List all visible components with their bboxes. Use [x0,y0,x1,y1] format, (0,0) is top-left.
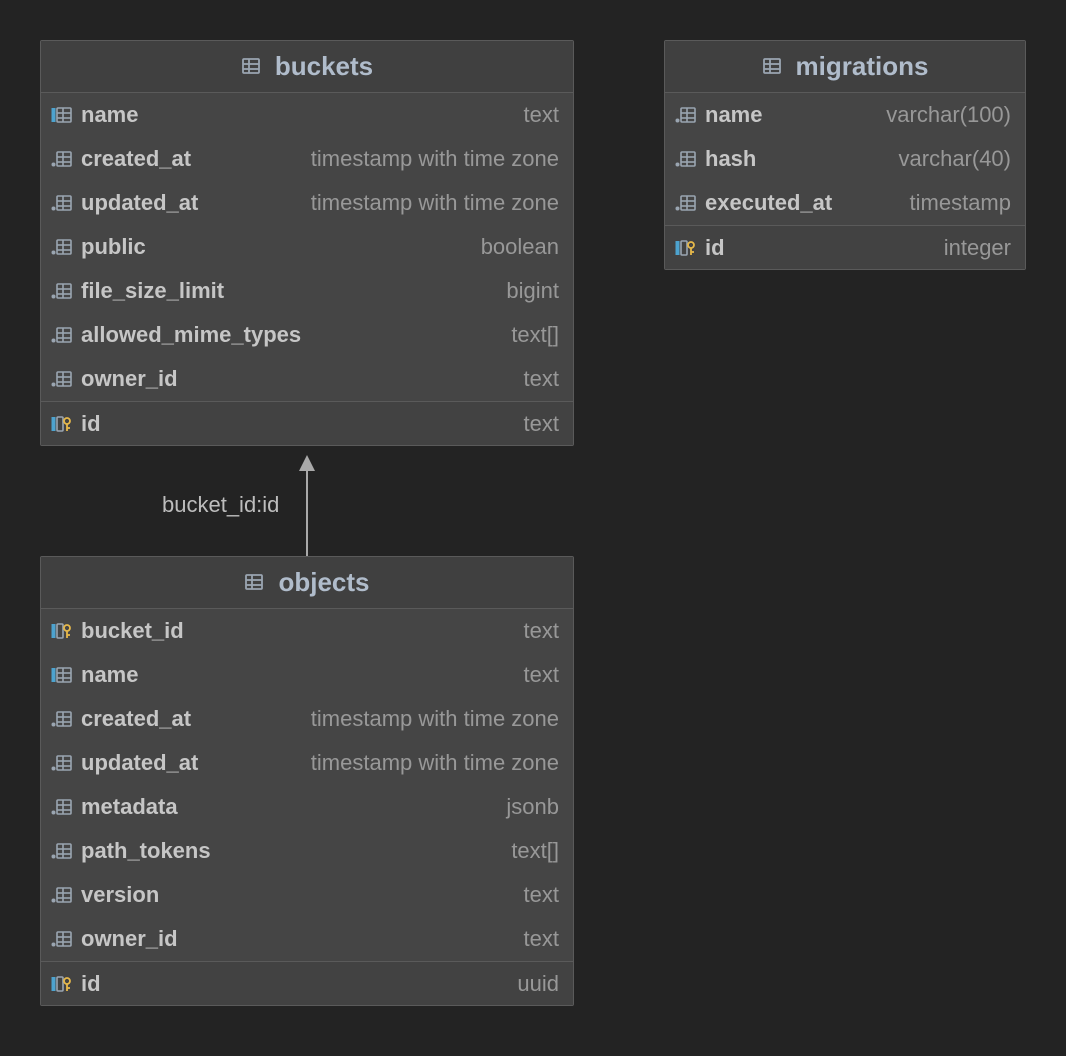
table-icon [244,572,268,594]
column-name: metadata [81,794,178,820]
table-header: migrations [665,41,1025,93]
column-type: text [524,926,559,952]
table-header: buckets [41,41,573,93]
column-name: updated_at [81,750,198,776]
column-icon [51,149,73,169]
column-type: text [524,411,559,437]
column-type: timestamp with time zone [311,190,559,216]
column-row[interactable]: file_size_limit bigint [41,269,573,313]
table-title: migrations [796,51,929,82]
column-icon [51,929,73,949]
column-type: varchar(100) [886,102,1011,128]
column-row[interactable]: created_at timestamp with time zone [41,137,573,181]
column-type: text[] [511,838,559,864]
column-type: varchar(40) [899,146,1011,172]
column-icon [675,149,697,169]
column-type: boolean [481,234,559,260]
column-row[interactable]: name text [41,653,573,697]
column-name: updated_at [81,190,198,216]
table-title: objects [278,567,369,598]
table-title: buckets [275,51,373,82]
relation-arrow [295,455,325,556]
column-row[interactable]: public boolean [41,225,573,269]
table-icon [762,56,786,78]
column-name: created_at [81,146,191,172]
column-row[interactable]: name varchar(100) [665,93,1025,137]
column-icon [51,885,73,905]
column-type: timestamp [910,190,1011,216]
column-icon [51,797,73,817]
key-icon [51,621,73,641]
column-row[interactable]: path_tokens text[] [41,829,573,873]
column-row[interactable]: updated_at timestamp with time zone [41,741,573,785]
column-name: allowed_mime_types [81,322,301,348]
column-row[interactable]: executed_at timestamp [665,181,1025,225]
column-type: text[] [511,322,559,348]
column-icon [51,237,73,257]
table-header: objects [41,557,573,609]
column-row-pk[interactable]: id uuid [41,961,573,1005]
column-row[interactable]: hash varchar(40) [665,137,1025,181]
table-objects[interactable]: objects bucket_id text name text created… [40,556,574,1006]
column-name: public [81,234,146,260]
column-row[interactable]: created_at timestamp with time zone [41,697,573,741]
column-type: integer [944,235,1011,261]
column-type: jsonb [506,794,559,820]
column-name: owner_id [81,926,178,952]
column-type: timestamp with time zone [311,750,559,776]
column-row[interactable]: version text [41,873,573,917]
column-type: uuid [517,971,559,997]
column-row-pk[interactable]: id text [41,401,573,445]
column-row[interactable]: updated_at timestamp with time zone [41,181,573,225]
column-row[interactable]: bucket_id text [41,609,573,653]
column-name: id [81,411,101,437]
column-name: file_size_limit [81,278,224,304]
column-icon [51,369,73,389]
column-name: hash [705,146,756,172]
column-icon [675,105,697,125]
table-buckets[interactable]: buckets name text created_at timestamp w… [40,40,574,446]
relation-label: bucket_id:id [162,492,279,518]
column-name: id [705,235,725,261]
column-icon [51,105,73,125]
erd-canvas: buckets name text created_at timestamp w… [0,0,1066,1056]
column-name: bucket_id [81,618,184,644]
table-icon [241,56,265,78]
column-row-pk[interactable]: id integer [665,225,1025,269]
column-name: path_tokens [81,838,211,864]
column-icon [51,841,73,861]
column-type: text [524,366,559,392]
column-type: text [524,102,559,128]
column-icon [51,193,73,213]
column-row[interactable]: owner_id text [41,917,573,961]
column-icon [51,709,73,729]
column-type: bigint [506,278,559,304]
column-name: name [81,102,138,128]
column-icon [675,193,697,213]
column-icon [51,753,73,773]
column-type: timestamp with time zone [311,706,559,732]
column-name: id [81,971,101,997]
column-row[interactable]: owner_id text [41,357,573,401]
column-name: name [705,102,762,128]
column-icon [51,325,73,345]
column-icon [51,665,73,685]
key-icon [51,414,73,434]
column-icon [51,281,73,301]
column-name: owner_id [81,366,178,392]
column-row[interactable]: metadata jsonb [41,785,573,829]
column-row[interactable]: name text [41,93,573,137]
column-name: created_at [81,706,191,732]
column-row[interactable]: allowed_mime_types text[] [41,313,573,357]
column-name: version [81,882,159,908]
column-type: text [524,882,559,908]
column-type: timestamp with time zone [311,146,559,172]
key-icon [51,974,73,994]
table-migrations[interactable]: migrations name varchar(100) hash varcha… [664,40,1026,270]
column-name: name [81,662,138,688]
column-type: text [524,662,559,688]
column-type: text [524,618,559,644]
key-icon [675,238,697,258]
column-name: executed_at [705,190,832,216]
